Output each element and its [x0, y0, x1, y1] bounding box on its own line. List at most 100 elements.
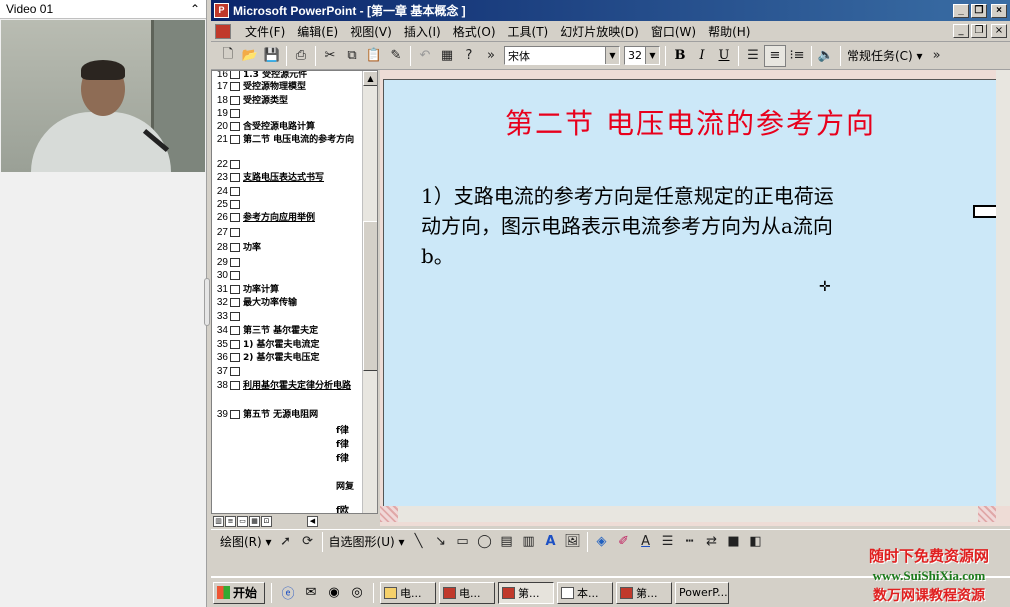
print-icon[interactable]: ⎙: [290, 45, 312, 67]
maximize-button[interactable]: ❐: [971, 3, 987, 18]
outline-pane[interactable]: 16 1.3 受控源元件 17 受控源物理模型 18 受控源类型 19 20 含受控源电路计算 2…: [211, 70, 378, 514]
slide-title[interactable]: 第二节 电压电流的参考方向: [384, 102, 997, 142]
outline-slide-row[interactable]: 36 2) 基尔霍夫电压定: [214, 352, 362, 364]
copy-icon[interactable]: ⧉: [341, 45, 363, 67]
format-painter-icon[interactable]: ✎: [385, 45, 407, 67]
video-titlebar[interactable]: Video 01 ⌃: [0, 0, 206, 19]
shadow-icon[interactable]: ■: [723, 531, 745, 553]
taskbar-item[interactable]: 电...: [380, 581, 436, 604]
doc-close-button[interactable]: ×: [991, 24, 1007, 38]
align-left-icon[interactable]: ☰: [742, 45, 764, 67]
outline-slide-row[interactable]: 26 参考方向应用举例: [214, 212, 362, 224]
outline-view-icon[interactable]: ≡: [225, 515, 236, 527]
menu-view[interactable]: 视图(V): [344, 23, 398, 40]
desktop-icon[interactable]: ◎: [347, 583, 367, 603]
bold-button[interactable]: B: [669, 45, 691, 67]
close-button[interactable]: ×: [991, 3, 1007, 18]
menu-format[interactable]: 格式(O): [447, 23, 502, 40]
slide-horizontal-scrollbar[interactable]: [380, 506, 996, 522]
scroll-left-icon[interactable]: ◀: [307, 515, 318, 527]
outline-slide-row[interactable]: 27: [214, 227, 362, 239]
ie-icon[interactable]: ⓔ: [278, 583, 298, 603]
underline-button[interactable]: U: [713, 45, 735, 67]
italic-button[interactable]: I: [691, 45, 713, 67]
outline-slide-row[interactable]: 29: [214, 257, 362, 269]
wordart-icon[interactable]: A: [540, 531, 562, 553]
taskbar-item[interactable]: PowerP...: [675, 581, 729, 604]
menu-file[interactable]: 文件(F): [239, 23, 291, 40]
undo-icon[interactable]: ↶: [414, 45, 436, 67]
menu-help[interactable]: 帮助(H): [702, 23, 756, 40]
menu-insert[interactable]: 插入(I): [398, 23, 447, 40]
outline-slide-row[interactable]: 20 含受控源电路计算: [214, 121, 362, 133]
outline-slide-row[interactable]: 22: [214, 159, 362, 171]
common-tasks-button[interactable]: 常规任务(C) ▾: [844, 47, 926, 64]
pane-splitter[interactable]: [204, 278, 210, 326]
textbox-icon[interactable]: ▤: [496, 531, 518, 553]
line-icon[interactable]: ╲: [408, 531, 430, 553]
outline-slide-row[interactable]: 33: [214, 311, 362, 323]
doc-restore-button[interactable]: ❐: [971, 24, 987, 38]
font-size-select[interactable]: 32 ▼: [624, 46, 660, 65]
rectangle-icon[interactable]: ▭: [452, 531, 474, 553]
outline-slide-row[interactable]: 34 第三节 基尔霍夫定: [214, 325, 362, 337]
arrow-tool-icon[interactable]: ↘: [430, 531, 452, 553]
outline-slide-row[interactable]: 37: [214, 366, 362, 378]
vertical-textbox-icon[interactable]: ▥: [518, 531, 540, 553]
doc-minimize-button[interactable]: _: [953, 24, 969, 38]
outline-slide-row[interactable]: 25: [214, 199, 362, 211]
arrow-style-icon[interactable]: ⇄: [701, 531, 723, 553]
new-icon[interactable]: 🗋: [217, 45, 239, 67]
oval-icon[interactable]: ◯: [474, 531, 496, 553]
scroll-up-icon[interactable]: ▲: [363, 71, 377, 86]
outline-slide-row[interactable]: 32 最大功率传输: [214, 297, 362, 309]
free-rotate-icon[interactable]: ⟳: [297, 531, 319, 553]
outline-slide-row[interactable]: 38 利用基尔霍夫定律分析电路: [214, 380, 362, 392]
speaker-icon[interactable]: 🔈: [815, 45, 837, 67]
minimize-button[interactable]: _: [953, 3, 969, 18]
menu-edit[interactable]: 编辑(E): [291, 23, 344, 40]
start-button[interactable]: 开始: [213, 581, 265, 604]
scroll-thumb[interactable]: [363, 221, 377, 371]
paste-icon[interactable]: 📋: [363, 45, 385, 67]
autoshapes-button[interactable]: 自选图形(U) ▾: [326, 533, 408, 550]
help-icon[interactable]: ?: [458, 45, 480, 67]
menu-window[interactable]: 窗口(W): [645, 23, 702, 40]
insert-table-icon[interactable]: ▦: [436, 45, 458, 67]
open-icon[interactable]: 📂: [239, 45, 261, 67]
outline-slide-row[interactable]: 24: [214, 186, 362, 198]
slide-view-icon[interactable]: ▭: [237, 515, 248, 527]
save-icon[interactable]: 💾: [261, 45, 283, 67]
outline-slide-row[interactable]: 28 功率: [214, 242, 362, 254]
fill-color-icon[interactable]: ◈: [591, 531, 613, 553]
more-toolbar-icon[interactable]: »: [926, 45, 948, 67]
normal-view-icon[interactable]: ▥: [213, 515, 224, 527]
collapse-icon[interactable]: ⌃: [190, 2, 200, 16]
more-tools-icon[interactable]: »: [480, 45, 502, 67]
outline-slide-row[interactable]: 30: [214, 270, 362, 282]
sorter-view-icon[interactable]: ▦: [249, 515, 260, 527]
taskbar-item[interactable]: 电...: [439, 581, 495, 604]
bullets-icon[interactable]: ⁝≡: [786, 45, 808, 67]
menu-tools[interactable]: 工具(T): [502, 23, 555, 40]
clipart-icon[interactable]: 🖼: [562, 531, 584, 553]
menu-slideshow[interactable]: 幻灯片放映(D): [554, 23, 645, 40]
slide-canvas[interactable]: 第二节 电压电流的参考方向 1）支路电流的参考方向是任意规定的正电荷运动方向，图…: [383, 79, 1001, 509]
draw-menu-button[interactable]: 绘图(R) ▾: [217, 533, 275, 550]
outline-slide-row[interactable]: 39 第五节 无源电阻网: [214, 409, 362, 421]
outline-scrollbar[interactable]: ▲: [362, 71, 377, 513]
outlook-icon[interactable]: ✉: [301, 583, 321, 603]
taskbar-item[interactable]: 本...: [557, 581, 613, 604]
dash-style-icon[interactable]: ┅: [679, 531, 701, 553]
select-arrow-icon[interactable]: ➚: [275, 531, 297, 553]
slide-vertical-scrollbar[interactable]: [996, 70, 1010, 506]
slideshow-view-icon[interactable]: ⊡: [261, 515, 272, 527]
outline-slide-row[interactable]: 21 第二节 电压电流的参考方向: [214, 134, 362, 146]
taskbar-item[interactable]: 第...: [616, 581, 672, 604]
3d-icon[interactable]: ◧: [745, 531, 767, 553]
outline-slide-row[interactable]: 18 受控源类型: [214, 95, 362, 107]
line-color-icon[interactable]: ✐: [613, 531, 635, 553]
line-style-icon[interactable]: ☰: [657, 531, 679, 553]
slide-body[interactable]: 1）支路电流的参考方向是任意规定的正电荷运动方向，图示电路表示电流参考方向为从a…: [421, 181, 851, 271]
powerpoint-icon[interactable]: P: [214, 3, 229, 18]
